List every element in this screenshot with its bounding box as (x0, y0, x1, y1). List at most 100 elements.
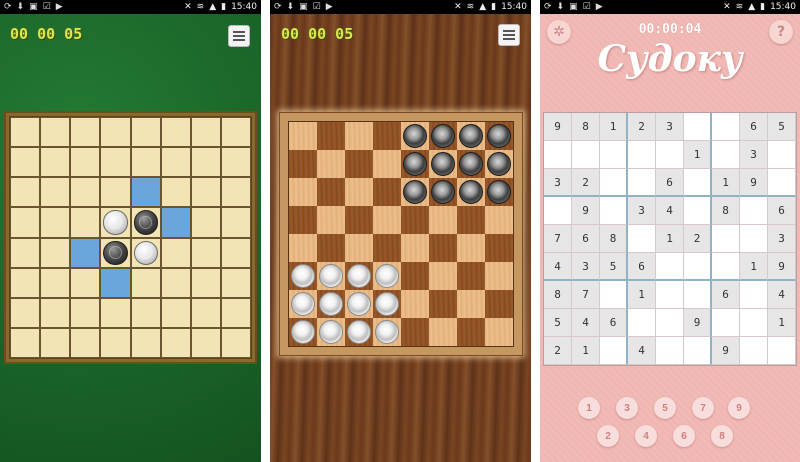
board-cell[interactable] (190, 147, 221, 178)
sudoku-cell[interactable] (628, 169, 656, 197)
board-cell[interactable] (160, 327, 191, 358)
board-cell[interactable] (160, 297, 191, 328)
sudoku-cell[interactable] (544, 197, 572, 225)
sudoku-cell[interactable]: 5 (600, 253, 628, 281)
light-checker-piece[interactable] (375, 292, 399, 316)
board-square[interactable] (457, 122, 485, 150)
board-square[interactable] (401, 290, 429, 318)
sudoku-cell[interactable]: 6 (572, 225, 600, 253)
sudoku-cell[interactable] (656, 253, 684, 281)
dark-checker-piece[interactable] (403, 152, 427, 176)
sudoku-cell[interactable]: 2 (572, 169, 600, 197)
board-square[interactable] (289, 262, 317, 290)
board-cell[interactable] (10, 177, 41, 208)
sudoku-cell[interactable] (740, 197, 768, 225)
sudoku-cell[interactable]: 5 (544, 309, 572, 337)
light-checker-piece[interactable] (375, 320, 399, 344)
board-cell[interactable] (130, 297, 161, 328)
light-checker-piece[interactable] (291, 292, 315, 316)
board-cell[interactable] (160, 147, 191, 178)
board-cell[interactable] (160, 177, 191, 208)
board-cell[interactable] (100, 117, 131, 148)
sudoku-cell[interactable]: 1 (712, 169, 740, 197)
board-cell[interactable] (160, 117, 191, 148)
board-cell[interactable] (40, 267, 71, 298)
board-square[interactable] (289, 122, 317, 150)
number-button-9[interactable]: 9 (728, 397, 750, 419)
board-cell[interactable] (190, 267, 221, 298)
sudoku-cell[interactable]: 4 (572, 309, 600, 337)
board-square[interactable] (485, 318, 513, 346)
dark-checker-piece[interactable] (459, 152, 483, 176)
board-cell[interactable] (40, 297, 71, 328)
light-checker-piece[interactable] (347, 320, 371, 344)
sudoku-cell[interactable] (628, 141, 656, 169)
board-cell[interactable] (70, 117, 101, 148)
valid-move-cell[interactable] (70, 237, 101, 268)
number-button-2[interactable]: 2 (597, 425, 619, 447)
board-cell[interactable] (100, 237, 131, 268)
board-cell[interactable] (190, 237, 221, 268)
board-square[interactable] (401, 318, 429, 346)
board-square[interactable] (485, 290, 513, 318)
sudoku-cell[interactable]: 3 (740, 141, 768, 169)
board-cell[interactable] (70, 297, 101, 328)
number-button-7[interactable]: 7 (692, 397, 714, 419)
board-square[interactable] (345, 262, 373, 290)
sudoku-cell[interactable]: 9 (684, 309, 712, 337)
board-square[interactable] (345, 318, 373, 346)
sudoku-cell[interactable]: 6 (656, 169, 684, 197)
sudoku-cell[interactable]: 4 (544, 253, 572, 281)
light-checker-piece[interactable] (375, 264, 399, 288)
sudoku-cell[interactable] (544, 141, 572, 169)
board-square[interactable] (373, 150, 401, 178)
board-square[interactable] (429, 290, 457, 318)
sudoku-cell[interactable]: 2 (544, 337, 572, 365)
sudoku-cell[interactable] (740, 309, 768, 337)
dark-checker-piece[interactable] (487, 180, 511, 204)
board-cell[interactable] (10, 237, 41, 268)
board-square[interactable] (457, 150, 485, 178)
sudoku-cell[interactable] (712, 141, 740, 169)
sudoku-cell[interactable]: 4 (768, 281, 796, 309)
dark-checker-piece[interactable] (459, 124, 483, 148)
board-cell[interactable] (100, 327, 131, 358)
board-square[interactable] (401, 262, 429, 290)
light-checker-piece[interactable] (291, 264, 315, 288)
sudoku-cell[interactable] (684, 281, 712, 309)
board-square[interactable] (457, 234, 485, 262)
board-cell[interactable] (40, 237, 71, 268)
board-square[interactable] (373, 318, 401, 346)
board-cell[interactable] (130, 327, 161, 358)
menu-button[interactable] (498, 24, 520, 46)
board-square[interactable] (485, 262, 513, 290)
board-square[interactable] (401, 234, 429, 262)
sudoku-cell[interactable]: 9 (572, 197, 600, 225)
valid-move-cell[interactable] (160, 207, 191, 238)
sudoku-cell[interactable]: 5 (768, 113, 796, 141)
board-square[interactable] (373, 122, 401, 150)
board-cell[interactable] (70, 267, 101, 298)
sudoku-cell[interactable]: 4 (628, 337, 656, 365)
board-square[interactable] (401, 206, 429, 234)
board-cell[interactable] (220, 237, 251, 268)
sudoku-cell[interactable] (712, 309, 740, 337)
board-square[interactable] (345, 178, 373, 206)
board-cell[interactable] (70, 327, 101, 358)
board-square[interactable] (485, 206, 513, 234)
board-square[interactable] (289, 234, 317, 262)
board-square[interactable] (317, 150, 345, 178)
board-cell[interactable] (10, 297, 41, 328)
board-square[interactable] (485, 178, 513, 206)
board-square[interactable] (289, 318, 317, 346)
light-checker-piece[interactable] (347, 292, 371, 316)
sudoku-cell[interactable] (740, 337, 768, 365)
sudoku-cell[interactable]: 3 (544, 169, 572, 197)
sudoku-cell[interactable] (628, 309, 656, 337)
dark-checker-piece[interactable] (431, 124, 455, 148)
sudoku-cell[interactable]: 6 (712, 281, 740, 309)
board-square[interactable] (373, 206, 401, 234)
board-cell[interactable] (40, 177, 71, 208)
dark-checker-piece[interactable] (431, 152, 455, 176)
sudoku-cell[interactable]: 1 (656, 225, 684, 253)
